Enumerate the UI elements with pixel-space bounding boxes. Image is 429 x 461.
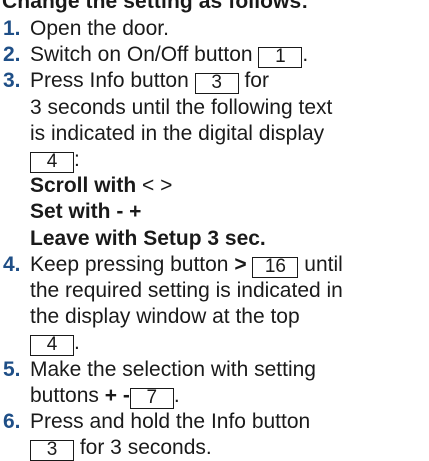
punctuation: . — [173, 383, 180, 407]
reference-box: 3 — [30, 440, 74, 461]
reference-box: 4 — [30, 152, 74, 174]
step-1: 1. Open the door. — [0, 16, 429, 42]
step-text: buttons — [30, 383, 99, 407]
reference-box: 16 — [252, 256, 299, 278]
reference-box: 4 — [30, 335, 74, 357]
reference-box: 7 — [129, 387, 174, 409]
display-text-leave: Leave with Setup 3 sec. — [30, 226, 266, 250]
key-symbol: > — [234, 252, 247, 276]
step-text: Open the door. — [30, 17, 169, 40]
step-3: 3. Press Info button 3 for 3 seconds unt… — [0, 68, 429, 251]
step-6: 6. Press and hold the Info button 3 for … — [0, 409, 429, 461]
display-text-scroll: Scroll with — [30, 174, 137, 198]
step-4: 4. Keep pressing button > 16 until the r… — [0, 252, 429, 357]
step-text: Switch on On/Off button — [30, 43, 253, 67]
step-number: 1. — [3, 17, 21, 40]
step-text: 3 seconds until the following text — [30, 95, 333, 119]
step-text: is indicated in the digital display — [30, 121, 325, 145]
step-2: 2. Switch on On/Off button 1. — [0, 42, 429, 69]
step-text: Press and hold the Info button — [30, 410, 311, 434]
step-text: the display window at the top — [30, 305, 300, 329]
step-number: 3. — [3, 69, 21, 93]
reference-box: 3 — [194, 73, 239, 95]
step-text: Press Info button — [30, 69, 189, 93]
section-heading: Change the setting as follows: — [2, 0, 309, 13]
display-text-arrows: < > — [142, 174, 173, 198]
punctuation: : — [74, 148, 80, 172]
reference-box: 1 — [258, 47, 303, 69]
key-symbol: + - — [104, 383, 130, 407]
step-text: Make the selection with setting — [30, 357, 316, 381]
step-number: 4. — [3, 252, 21, 276]
display-text-set: Set with - + — [30, 200, 142, 224]
step-number: 2. — [3, 43, 21, 67]
step-text: the required setting is indicated in — [30, 279, 343, 303]
step-text: for — [244, 69, 269, 93]
punctuation: . — [302, 43, 309, 67]
step-number: 5. — [3, 357, 21, 381]
step-text: Keep pressing button — [30, 252, 229, 276]
punctuation: . — [74, 331, 80, 355]
step-5: 5. Make the selection with setting butto… — [0, 357, 429, 409]
step-text: until — [304, 252, 343, 276]
instruction-list: 1. Open the door. 2. Switch on On/Off bu… — [0, 16, 429, 461]
step-number: 6. — [3, 410, 21, 434]
